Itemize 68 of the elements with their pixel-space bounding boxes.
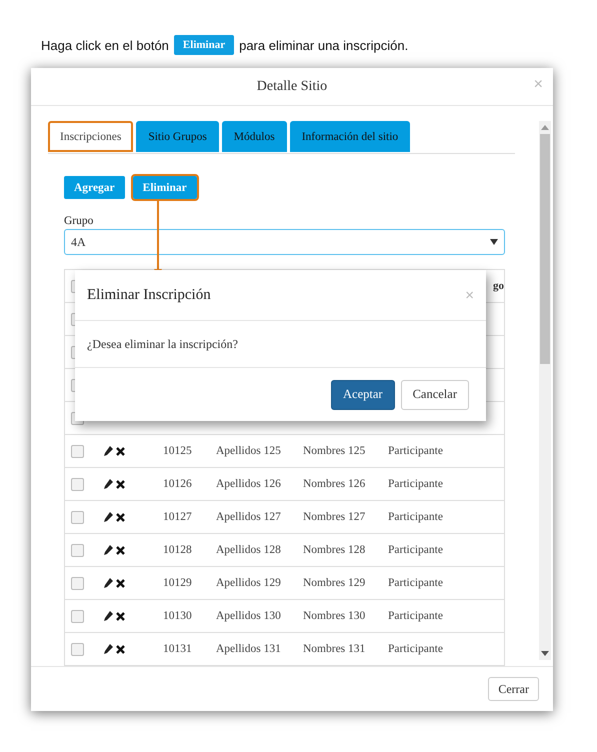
- table-cell-text: Nombres 130: [303, 610, 366, 622]
- group-select[interactable]: 4A: [64, 229, 505, 255]
- table-cell: Participante: [388, 544, 443, 556]
- eliminar-badge: Eliminar: [174, 35, 234, 55]
- table-cell: Participante: [388, 610, 443, 622]
- checkbox[interactable]: [71, 478, 84, 490]
- table-cell-text: Apellidos 125: [216, 445, 282, 457]
- table-cell-text: 10130: [163, 610, 193, 622]
- instruction-text: para eliminar una inscripción.: [239, 38, 408, 52]
- table-cell-text: Nombres 127: [303, 511, 366, 523]
- scrollbar[interactable]: [539, 121, 551, 660]
- pencil-icon[interactable]: [103, 545, 113, 555]
- tab[interactable]: Inscripciones: [48, 121, 134, 152]
- table-cell-text: Nombres 129: [303, 577, 366, 589]
- delete-icon[interactable]: [116, 644, 125, 654]
- table-cell-text: 10127: [163, 511, 193, 523]
- table-cell-text: Apellidos 129: [216, 577, 282, 589]
- table-cell-text: Nombres 128: [303, 544, 366, 556]
- table-cell: Participante: [388, 511, 443, 523]
- scroll-down-icon[interactable]: [541, 651, 549, 656]
- accept-button[interactable]: Aceptar: [331, 380, 395, 410]
- tab[interactable]: Información del sitio: [290, 121, 410, 152]
- delete-icon[interactable]: [116, 612, 125, 620]
- dialog-title: Eliminar Inscripción: [87, 286, 211, 304]
- instruction-text: Haga click en el botón: [41, 38, 169, 52]
- checkbox[interactable]: [71, 544, 84, 556]
- table-cell-text: 10129: [163, 577, 193, 589]
- close-button[interactable]: Cerrar: [488, 677, 539, 701]
- table-cell-text: Apellidos 127: [216, 511, 282, 523]
- window-title: Detalle Sitio: [256, 78, 328, 94]
- table-cell: Participante: [388, 577, 443, 589]
- delete-icon[interactable]: [116, 578, 125, 588]
- table-cell-text: 10131: [163, 643, 193, 655]
- checkbox[interactable]: [71, 444, 84, 458]
- column-header: go: [493, 280, 504, 292]
- tab[interactable]: Módulos: [222, 121, 287, 152]
- pencil-icon[interactable]: [103, 512, 113, 522]
- pencil-icon[interactable]: [103, 578, 113, 588]
- pencil-icon[interactable]: [103, 611, 113, 621]
- table-cell: Participante: [388, 445, 443, 457]
- delete-icon[interactable]: [116, 512, 125, 522]
- checkbox[interactable]: [71, 510, 84, 524]
- caret-icon: [490, 239, 498, 245]
- table-cell-text: Apellidos 130: [216, 610, 282, 622]
- pencil-icon[interactable]: [103, 644, 113, 654]
- table-cell-text: 10128: [163, 544, 193, 556]
- tab[interactable]: Sitio Grupos: [136, 121, 219, 152]
- table-cell-text: Nombres 131: [303, 643, 366, 655]
- checkbox[interactable]: [71, 576, 84, 590]
- table-cell-text: Apellidos 131: [216, 643, 282, 655]
- table-cell: Participante: [388, 643, 443, 655]
- table-cell-text: Nombres 125: [303, 445, 366, 457]
- pencil-icon[interactable]: [103, 479, 113, 489]
- checkbox[interactable]: [71, 642, 84, 656]
- delete-icon[interactable]: [116, 546, 125, 554]
- cancel-button[interactable]: Cancelar: [400, 380, 469, 410]
- delete-icon[interactable]: [116, 480, 125, 488]
- dialog-message: ¿Desea eliminar la inscripción?: [87, 336, 238, 352]
- table-cell-text: 10126: [163, 478, 193, 490]
- table-cell-text: Apellidos 128: [216, 544, 282, 556]
- table-cell-text: 10125: [163, 445, 193, 457]
- table-cell-text: Apellidos 126: [216, 478, 282, 490]
- table-cell: Participante: [388, 478, 443, 490]
- checkbox[interactable]: [71, 610, 84, 622]
- table-cell-text: Nombres 126: [303, 478, 366, 490]
- delete-icon[interactable]: [116, 446, 125, 456]
- pencil-icon[interactable]: [103, 446, 113, 456]
- field-label: Grupo: [64, 215, 94, 227]
